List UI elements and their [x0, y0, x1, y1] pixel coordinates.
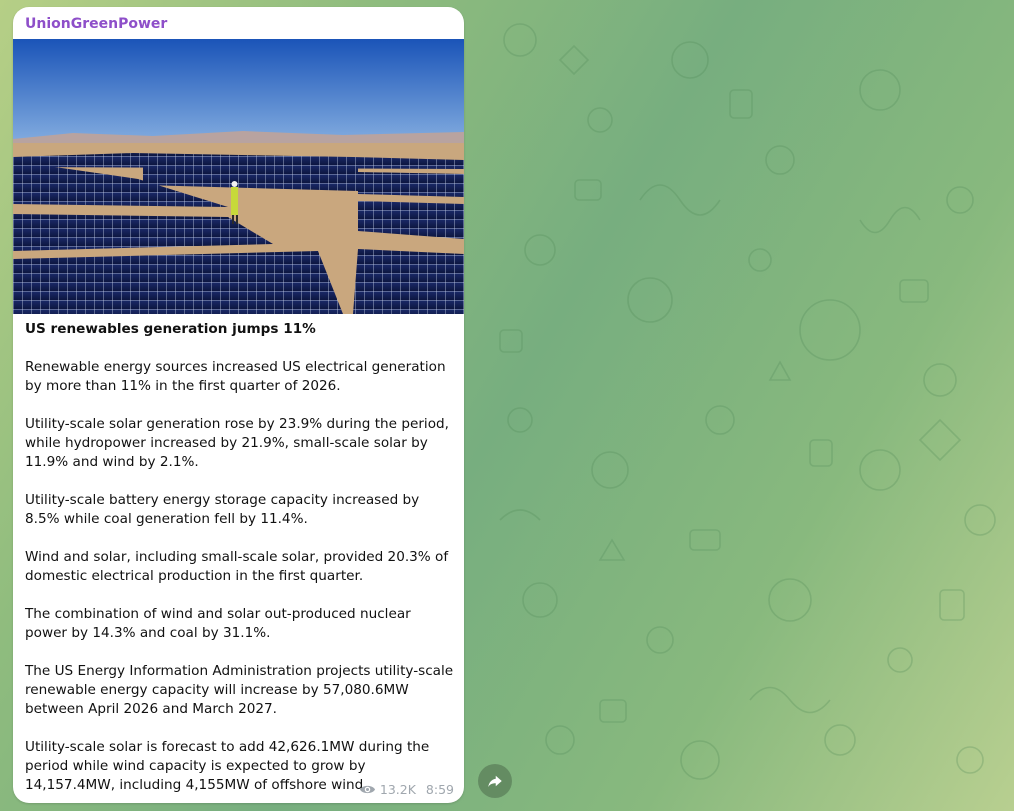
share-button[interactable]	[478, 764, 512, 798]
post-meta: 13.2K 8:59	[359, 782, 454, 797]
post-paragraph: Utility-scale solar generation rose by 2…	[25, 416, 449, 470]
view-count: 13.2K	[379, 782, 416, 797]
post-time: 8:59	[425, 782, 454, 797]
post-paragraph: Renewable energy sources increased US el…	[25, 359, 446, 394]
share-arrow-icon	[488, 775, 502, 787]
post-paragraph: The US Energy Information Administration…	[25, 663, 454, 717]
eye-icon	[359, 785, 375, 794]
solar-farm-photo[interactable]	[13, 39, 464, 314]
post-title: US renewables generation jumps 11%	[25, 321, 316, 337]
post-text: US renewables generation jumps 11% Renew…	[25, 320, 457, 803]
channel-post-bubble: UnionGreenPower US renewables generation…	[13, 7, 464, 803]
post-paragraph: Utility-scale battery energy storage cap…	[25, 492, 420, 527]
post-paragraph: The combination of wind and solar out-pr…	[25, 606, 411, 641]
channel-name[interactable]: UnionGreenPower	[25, 16, 167, 32]
post-paragraph: Wind and solar, including small-scale so…	[25, 549, 449, 584]
